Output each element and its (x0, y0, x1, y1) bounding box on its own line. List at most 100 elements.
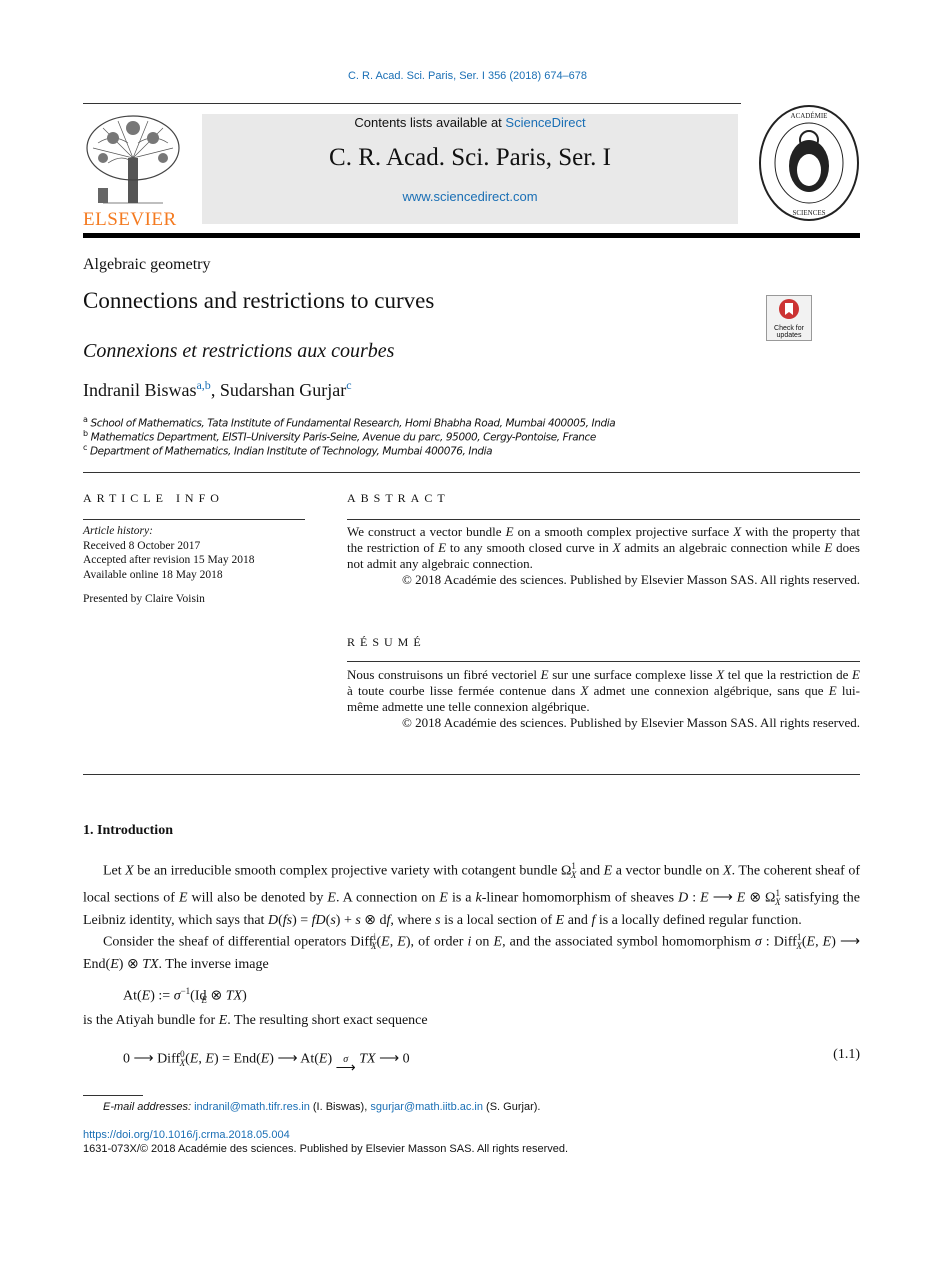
affil-marker: c (83, 443, 87, 452)
text-run: , and the associated symbol homomorphism (502, 934, 755, 950)
text-run: We construct a vector bundle (347, 524, 506, 539)
email-link-gurjar[interactable]: sgurjar@math.iitb.ac.in (370, 1101, 483, 1113)
email-link-biswas[interactable]: indranil@math.tifr.res.in (194, 1101, 310, 1113)
elsevier-logo: ELSEVIER (83, 113, 183, 230)
intro-paragraph-3: is the Atiyah bundle for E. The resultin… (83, 1012, 428, 1030)
text-run: X (125, 863, 134, 879)
abstract-text: We construct a vector bundle E on a smoo… (347, 524, 860, 572)
text-run: E (822, 934, 832, 950)
header-rule (83, 103, 741, 104)
resume-text: Nous construisons un fibré vectoriel E s… (347, 667, 860, 715)
text-run: E (260, 1051, 270, 1067)
seal-icon: ACADÉMIE SCIENCES (759, 105, 859, 221)
text-run: D (678, 890, 689, 906)
text-run: ) + (335, 912, 356, 928)
text-run: 0 ⟶ Diff (123, 1051, 181, 1067)
text-run: ) ⟶ At( (269, 1051, 319, 1067)
text-run: fs (282, 912, 293, 928)
affiliation-c: c Department of Mathematics, Indian Inst… (83, 443, 493, 458)
text-run: E (852, 667, 860, 682)
text-run: fD (311, 912, 326, 928)
text-run: will also be denoted by (187, 890, 328, 906)
journal-url-link[interactable]: www.sciencedirect.com (202, 189, 738, 204)
author-affil-link[interactable]: c (346, 378, 351, 392)
received-date: Received 8 October 2017 (83, 539, 201, 552)
subject-section: Algebraic geometry (83, 256, 211, 273)
text-run: E (806, 934, 816, 950)
text-run: σ ⟶ (335, 1054, 356, 1076)
text-run: E (438, 540, 447, 555)
text-run: ), of order (405, 934, 468, 950)
text-run: . The resulting short exact sequence (227, 1013, 428, 1028)
text-run: E (178, 890, 188, 906)
text-run: , where (390, 912, 436, 928)
affiliation-b: b Mathematics Department, EISTI–Universi… (83, 429, 596, 444)
article-title-french: Connexions et restrictions aux courbes (83, 340, 395, 362)
academie-seal: ACADÉMIE SCIENCES (758, 104, 860, 222)
doi-link[interactable]: https://doi.org/10.1016/j.crma.2018.05.0… (83, 1129, 290, 1141)
affil-marker: a (83, 415, 88, 424)
text-run: E (141, 988, 151, 1004)
text-run: . A connection on (335, 890, 440, 906)
text-run: Nous construisons un fibré vectoriel (347, 667, 541, 682)
contents-prefix: Contents lists available at (354, 115, 506, 130)
text-run: E (493, 934, 503, 950)
text-run: ) = (292, 912, 312, 928)
text-run: TX (225, 988, 243, 1004)
divider (347, 661, 860, 662)
intro-paragraph-2: Consider the sheaf of differential opera… (83, 929, 860, 973)
text-run: TX (142, 956, 159, 972)
author-affil-link[interactable]: a,b (196, 378, 210, 392)
divider (83, 472, 860, 473)
text-run: on a smooth complex projective surface (513, 524, 734, 539)
article-info-heading: ARTICLE INFO (83, 491, 224, 505)
text-run: sur une surface complexe lisse (548, 667, 717, 682)
text-run: Consider the sheaf of differential opera… (103, 934, 374, 950)
text-run: X (612, 540, 621, 555)
text-run: σ (173, 988, 181, 1004)
text-run: E (397, 934, 406, 950)
text-run: X (723, 863, 732, 879)
text-run: E (828, 683, 837, 698)
history-label: Article history: (83, 525, 153, 537)
text-run: admet une connexion algébrique, sans que (588, 683, 829, 698)
check-for-updates-button[interactable]: Check for updates (766, 295, 812, 341)
text-run: ⊗ Ω (745, 890, 776, 906)
bookmark-icon (779, 299, 799, 319)
presented-by: Presented by Claire Voisin (83, 593, 205, 605)
svg-text:SCIENCES: SCIENCES (792, 209, 825, 217)
text-run: TX (359, 1051, 376, 1067)
text-run: : Diff (761, 934, 797, 950)
text-run: -linear homomorphism of sheaves (481, 890, 679, 906)
text-run: and (576, 863, 604, 879)
article-history: Article history: Received 8 October 2017… (83, 524, 254, 607)
journal-ref-link[interactable]: C. R. Acad. Sci. Paris, Ser. I 356 (2018… (348, 70, 587, 82)
author-name: Sudarshan Gurjar (219, 380, 347, 400)
arrow-symbol: ⟶ (335, 1060, 356, 1076)
divider (347, 519, 860, 520)
email-footnote: E-mail addresses: indranil@math.tifr.res… (103, 1101, 540, 1113)
resume-copyright: © 2018 Académie des sciences. Published … (402, 715, 860, 730)
sciencedirect-link[interactable]: ScienceDirect (505, 115, 585, 130)
paper-page: C. R. Acad. Sci. Paris, Ser. I 356 (2018… (0, 0, 935, 1266)
text-run: and (564, 912, 592, 928)
text-run: ) := (150, 988, 174, 1004)
text-run: E (327, 890, 336, 906)
text-run: E (603, 863, 613, 879)
affil-text: Department of Mathematics, Indian Instit… (89, 445, 493, 458)
text-run: ⟶ 0 (375, 1051, 410, 1067)
journal-reference[interactable]: C. R. Acad. Sci. Paris, Ser. I 356 (2018… (0, 70, 935, 82)
email-label: E-mail addresses: (103, 1101, 192, 1113)
equation-1-1: 0 ⟶ Diff0X(E, E) = End(E) ⟶ At(E) σ ⟶ TX … (123, 1046, 410, 1076)
text-run: is a local section of (440, 912, 556, 928)
affil-text: School of Mathematics, Tata Institute of… (90, 417, 616, 430)
author-separator: , (210, 380, 220, 400)
text-run: E (505, 524, 514, 539)
email-owner: (I. Biswas), (309, 1101, 371, 1113)
text-run: X (716, 667, 725, 682)
equation-number: (1.1) (833, 1047, 860, 1062)
text-run: a vector bundle on (612, 863, 724, 879)
check-updates-label: Check for updates (774, 325, 804, 339)
text-run: E (555, 912, 565, 928)
text-run: admits an algebraic connection while (620, 540, 825, 555)
